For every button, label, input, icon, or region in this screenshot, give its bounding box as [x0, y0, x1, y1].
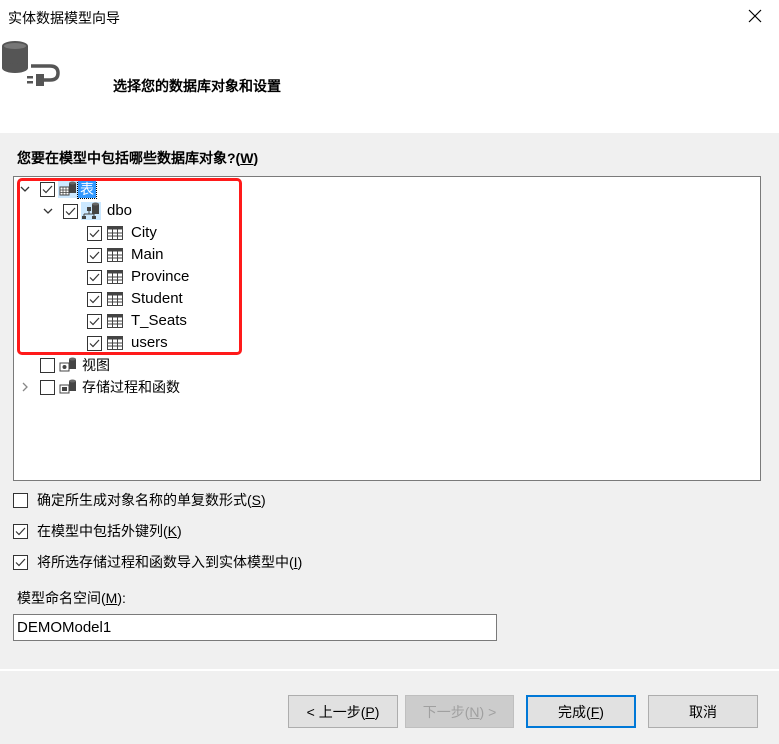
tree-node-dbo[interactable]: dbo [41, 200, 134, 222]
question-suffix: ) [253, 150, 259, 166]
cancel-button[interactable]: 取消 [648, 695, 758, 728]
table-checkbox[interactable] [87, 269, 102, 285]
tree-node-views[interactable]: 视图 [40, 354, 112, 376]
foreign-keys-checkbox[interactable] [13, 523, 28, 539]
dbo-checkbox[interactable] [63, 203, 78, 219]
tree-item-table[interactable]: Main [87, 244, 166, 266]
table-checkbox[interactable] [87, 313, 102, 329]
pluralize-checkbox[interactable] [13, 492, 28, 508]
import-procedures-checkbox[interactable] [13, 554, 28, 570]
table-icon [105, 246, 125, 264]
footer-separator [0, 669, 779, 671]
question-accel: W [240, 150, 254, 166]
import-procedures-label: 将所选存储过程和函数导入到实体模型中(I) [37, 554, 303, 570]
namespace-label: 模型命名空间(M): [17, 590, 126, 606]
table-checkbox[interactable] [87, 291, 102, 307]
tree-node-tables[interactable]: 表 [18, 178, 97, 200]
procedures-checkbox[interactable] [40, 379, 55, 395]
close-button[interactable] [742, 4, 768, 28]
foreign-keys-label: 在模型中包括外键列(K) [37, 523, 182, 539]
tree-item-table[interactable]: T_Seats [87, 310, 189, 332]
question-text: 您要在模型中包括哪些数据库对象?( [17, 150, 241, 166]
pluralize-option[interactable]: 确定所生成对象名称的单复数形式(S) [13, 489, 266, 511]
tree-item-table[interactable]: Student [87, 288, 185, 310]
chevron-down-icon[interactable] [41, 200, 55, 222]
tree-item-table[interactable]: Province [87, 266, 191, 288]
chevron-down-icon[interactable] [18, 178, 32, 200]
finish-button[interactable]: 完成(F) [526, 695, 636, 728]
table-checkbox[interactable] [87, 225, 102, 241]
foreign-keys-option[interactable]: 在模型中包括外键列(K) [13, 520, 182, 542]
views-checkbox[interactable] [40, 357, 55, 373]
pluralize-label: 确定所生成对象名称的单复数形式(S) [37, 492, 266, 508]
tree-item-table[interactable]: users [87, 332, 170, 354]
table-icon [105, 290, 125, 308]
database-objects-tree[interactable]: 表 dbo City Main Province Student T_Seats [13, 176, 761, 481]
views-folder-icon [58, 356, 78, 374]
database-plug-icon [2, 41, 60, 86]
header-separator [0, 133, 779, 134]
tables-label[interactable]: 表 [77, 179, 97, 199]
procedures-label: 存储过程和函数 [82, 379, 180, 395]
table-label: Student [131, 290, 183, 307]
objects-question-label: 您要在模型中包括哪些数据库对象?(W) [17, 148, 258, 168]
table-label: Main [131, 246, 164, 263]
window-title: 实体数据模型向导 [8, 10, 120, 26]
table-label: T_Seats [131, 312, 187, 329]
tree-node-procedures[interactable]: 存储过程和函数 [18, 376, 182, 398]
tables-folder-icon [58, 180, 78, 198]
next-button[interactable]: 下一步(N) > [405, 695, 514, 728]
import-procedures-option[interactable]: 将所选存储过程和函数导入到实体模型中(I) [13, 551, 302, 573]
procedures-folder-icon [58, 378, 78, 396]
table-label: Province [131, 268, 190, 285]
namespace-input[interactable] [13, 614, 497, 641]
back-button[interactable]: < 上一步(P) [288, 695, 398, 728]
wizard-subtitle: 选择您的数据库对象和设置 [113, 78, 281, 94]
table-icon [105, 224, 125, 242]
views-label: 视图 [82, 357, 110, 373]
table-checkbox[interactable] [87, 335, 102, 351]
close-icon [748, 9, 762, 23]
table-label: users [131, 334, 168, 351]
chevron-right-icon[interactable] [18, 376, 32, 398]
table-icon [105, 334, 125, 352]
schema-icon [81, 202, 101, 220]
table-label: City [131, 224, 157, 241]
tree-item-table[interactable]: City [87, 222, 159, 244]
table-checkbox[interactable] [87, 247, 102, 263]
dbo-label: dbo [107, 202, 133, 219]
table-icon [105, 268, 125, 286]
table-icon [105, 312, 125, 330]
wizard-header: 实体数据模型向导 选择您的数据库对象和设置 [0, 0, 779, 133]
tables-checkbox[interactable] [40, 181, 55, 197]
